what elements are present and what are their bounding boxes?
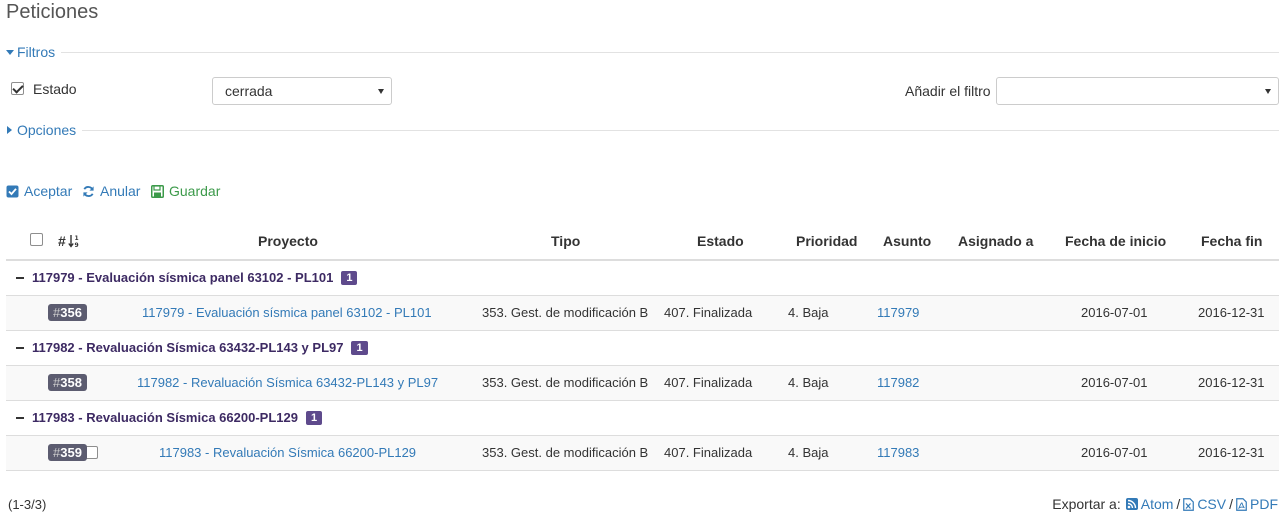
refresh-icon bbox=[82, 185, 95, 198]
issue-id-badge[interactable]: #356 bbox=[48, 304, 87, 321]
estado-operator-select[interactable]: cerrada bbox=[212, 77, 392, 105]
export-separator: / bbox=[1229, 496, 1233, 512]
column-id-label: # bbox=[58, 233, 66, 249]
reset-label: Anular bbox=[100, 183, 141, 199]
column-asunto-header[interactable]: Asunto bbox=[883, 233, 931, 249]
row-divider bbox=[6, 470, 1279, 471]
export-pdf-label: PDF bbox=[1250, 496, 1278, 512]
filters-legend: Filtros bbox=[17, 44, 56, 60]
save-button[interactable]: Guardar bbox=[151, 183, 220, 199]
row-tipo: 353. Gest. de modificación B bbox=[482, 375, 649, 390]
row-fecha-fin: 2016-12-31 bbox=[1198, 445, 1265, 460]
svg-text:9: 9 bbox=[74, 242, 78, 248]
column-prioridad-header[interactable]: Prioridad bbox=[796, 233, 857, 249]
row-asunto-link[interactable]: 117983 bbox=[877, 445, 919, 460]
export-label: Exportar a: bbox=[1052, 496, 1121, 512]
row-fecha-inicio: 2016-07-01 bbox=[1081, 375, 1148, 390]
group-count-badge: 1 bbox=[351, 340, 368, 355]
row-fecha-inicio: 2016-07-01 bbox=[1081, 305, 1148, 320]
row-estado: 407. Finalizada bbox=[664, 445, 753, 460]
pdf-file-icon bbox=[1236, 497, 1247, 511]
filters-toggle[interactable]: Filtros bbox=[6, 44, 62, 60]
collapse-icon bbox=[16, 346, 24, 349]
reset-button[interactable]: Anular bbox=[82, 183, 140, 199]
page-title: Peticiones bbox=[6, 1, 99, 23]
row-tipo: 353. Gest. de modificación B bbox=[482, 445, 649, 460]
row-fecha-inicio: 2016-07-01 bbox=[1081, 445, 1148, 460]
row-prioridad: 4. Baja bbox=[788, 305, 829, 320]
group-header[interactable]: 117983 - Revaluación Sísmica 66200-PL129… bbox=[16, 410, 323, 425]
checkbox-checked-icon bbox=[6, 185, 19, 198]
row-divider bbox=[6, 330, 1279, 331]
export-csv-link[interactable]: CSV bbox=[1183, 496, 1226, 512]
add-filter-label: Añadir el filtro bbox=[905, 83, 991, 99]
triangle-right-icon bbox=[7, 126, 12, 134]
excel-file-icon bbox=[1183, 497, 1195, 511]
group-title: 117982 - Revaluación Sísmica 63432-PL143… bbox=[32, 340, 344, 355]
column-tipo-header[interactable]: Tipo bbox=[551, 233, 580, 249]
options-legend: Opciones bbox=[17, 122, 77, 138]
column-id-header[interactable]: # 19 bbox=[58, 233, 80, 249]
row-asunto-link[interactable]: 117982 bbox=[877, 375, 919, 390]
options-toggle[interactable]: Opciones bbox=[6, 122, 83, 138]
save-label: Guardar bbox=[169, 183, 221, 199]
row-fecha-fin: 2016-12-31 bbox=[1198, 375, 1265, 390]
group-title: 117979 - Evaluación sísmica panel 63102 … bbox=[32, 270, 334, 285]
accept-button[interactable]: Aceptar bbox=[6, 183, 72, 199]
row-proyecto-link[interactable]: 117983 - Revaluación Sísmica 66200-PL129 bbox=[159, 445, 416, 460]
sort-numeric-icon: 19 bbox=[68, 234, 80, 248]
collapse-icon bbox=[16, 416, 24, 419]
column-fecha-inicio-header[interactable]: Fecha de inicio bbox=[1065, 233, 1166, 249]
issue-id: 358 bbox=[60, 375, 82, 390]
options-divider bbox=[6, 130, 1279, 131]
column-fecha-fin-header[interactable]: Fecha fin bbox=[1201, 233, 1262, 249]
rss-icon bbox=[1125, 498, 1138, 510]
estado-filter-checkbox[interactable] bbox=[11, 82, 24, 95]
row-prioridad: 4. Baja bbox=[788, 445, 829, 460]
group-count-badge: 1 bbox=[341, 270, 358, 285]
row-divider bbox=[6, 400, 1279, 401]
svg-text:1: 1 bbox=[74, 235, 78, 242]
issue-id-badge[interactable]: #358 bbox=[48, 374, 87, 391]
chevron-down-icon bbox=[378, 89, 384, 94]
column-asignado-header[interactable]: Asignado a bbox=[958, 233, 1033, 249]
select-all-checkbox[interactable] bbox=[29, 233, 43, 246]
group-header[interactable]: 117979 - Evaluación sísmica panel 63102 … bbox=[16, 270, 358, 285]
export-atom-link[interactable]: Atom bbox=[1125, 496, 1174, 512]
group-title: 117983 - Revaluación Sísmica 66200-PL129 bbox=[32, 410, 298, 425]
row-proyecto-link[interactable]: 117979 - Evaluación sísmica panel 63102 … bbox=[142, 305, 432, 320]
export-pdf-link[interactable]: PDF bbox=[1236, 496, 1278, 512]
issue-id: 359 bbox=[60, 445, 82, 460]
issue-id: 356 bbox=[60, 305, 82, 320]
row-estado: 407. Finalizada bbox=[664, 305, 753, 320]
group-header[interactable]: 117982 - Revaluación Sísmica 63432-PL143… bbox=[16, 340, 368, 355]
row-tipo: 353. Gest. de modificación B bbox=[482, 305, 649, 320]
collapse-icon bbox=[16, 276, 24, 279]
export-separator: / bbox=[1176, 496, 1181, 512]
export-csv-label: CSV bbox=[1197, 496, 1227, 512]
column-estado-header[interactable]: Estado bbox=[697, 233, 744, 249]
row-fecha-fin: 2016-12-31 bbox=[1198, 305, 1265, 320]
export-links: Exportar a: Atom / CSV / PDF bbox=[1052, 496, 1278, 512]
row-estado: 407. Finalizada bbox=[664, 375, 753, 390]
add-filter-select[interactable] bbox=[996, 77, 1279, 105]
row-asunto-link[interactable]: 117979 bbox=[877, 305, 919, 320]
pagination-count: (1-3/3) bbox=[8, 497, 47, 512]
triangle-down-icon bbox=[6, 49, 14, 55]
filters-divider bbox=[6, 52, 1279, 53]
export-atom-label: Atom bbox=[1140, 496, 1174, 512]
estado-filter-label: Estado bbox=[33, 81, 77, 97]
header-divider bbox=[6, 259, 1279, 261]
group-count-badge: 1 bbox=[305, 410, 323, 425]
row-prioridad: 4. Baja bbox=[788, 375, 829, 390]
row-proyecto-link[interactable]: 117982 - Revaluación Sísmica 63432-PL143… bbox=[137, 375, 438, 390]
issue-id-badge[interactable]: #359 bbox=[48, 444, 87, 461]
chevron-down-icon bbox=[1265, 89, 1271, 94]
estado-select-value: cerrada bbox=[225, 83, 273, 99]
accept-label: Aceptar bbox=[24, 183, 73, 199]
floppy-icon bbox=[151, 184, 164, 198]
column-proyecto-header[interactable]: Proyecto bbox=[258, 233, 318, 249]
